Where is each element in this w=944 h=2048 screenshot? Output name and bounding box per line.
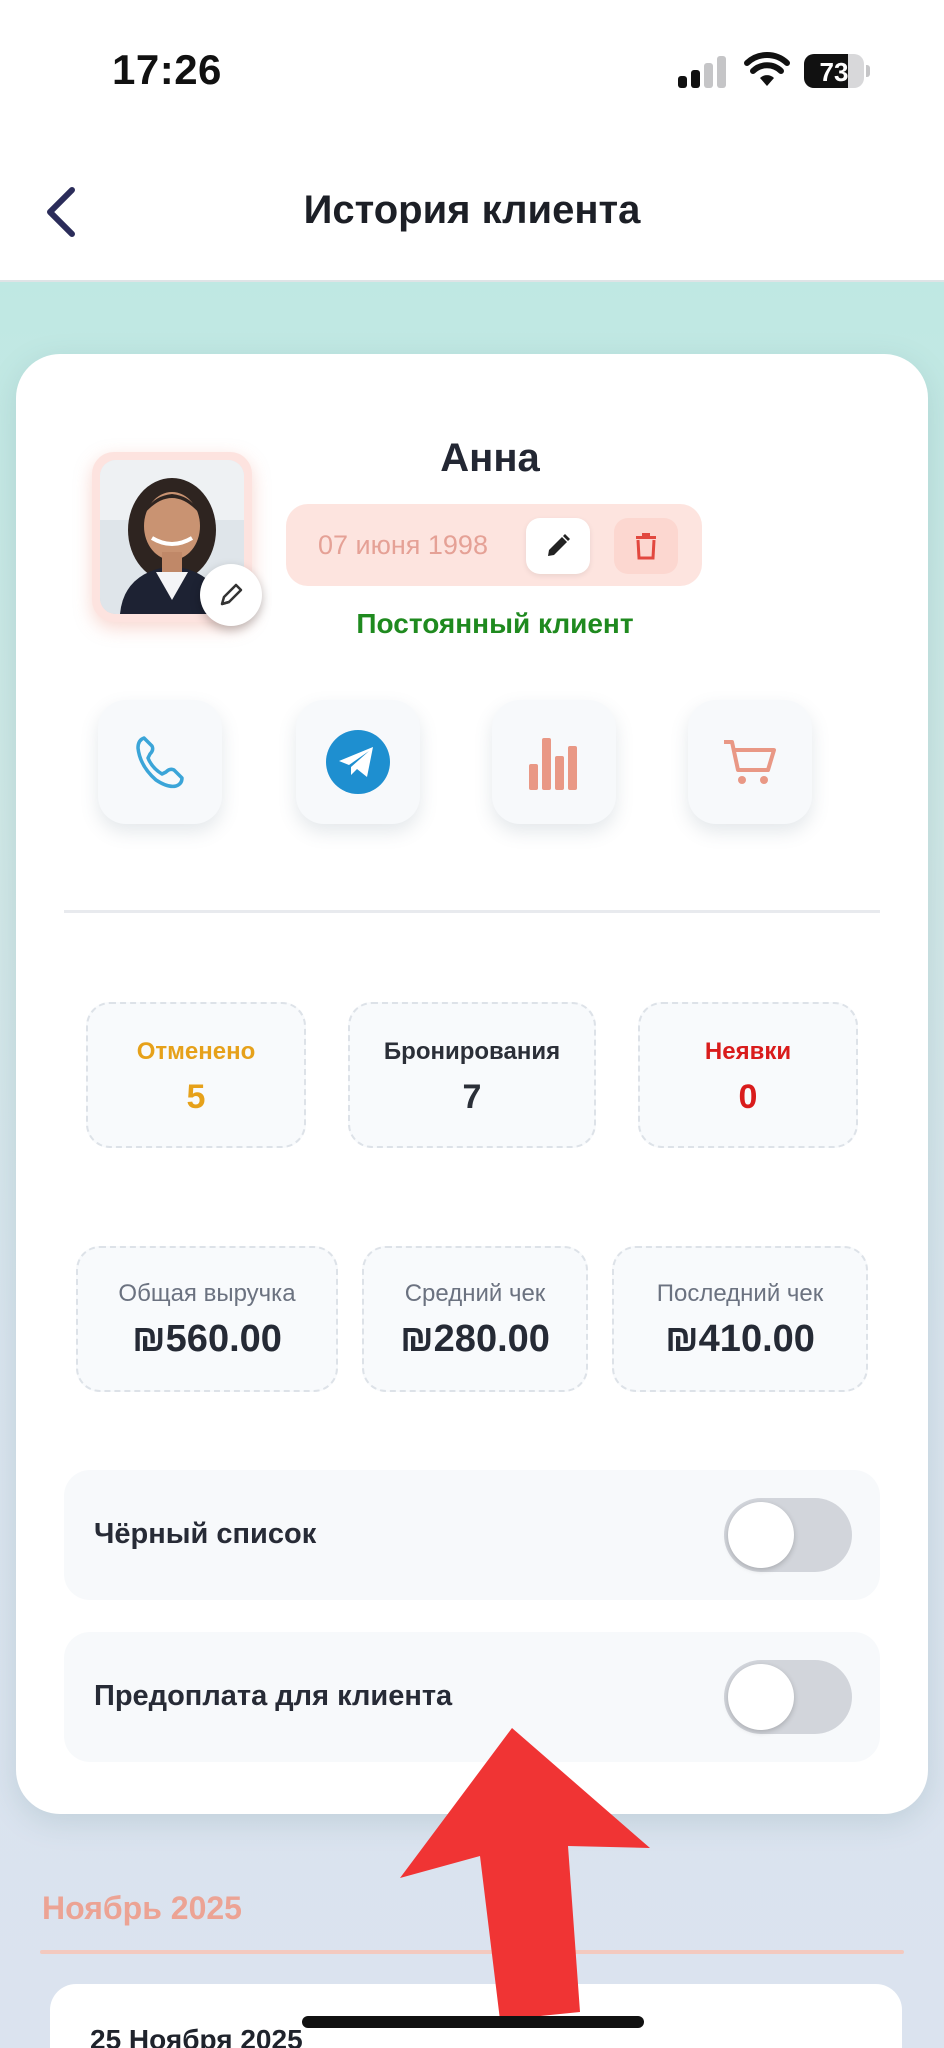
battery-level: 73 [819,57,849,87]
stat-value: 7 [462,1078,482,1116]
wifi-icon [744,52,790,86]
stat-bookings: Бронирования 7 [348,1002,596,1148]
client-name: Анна [440,436,540,480]
month-title: Ноябрь 2025 [42,1890,242,1926]
bar-chart-icon [529,738,577,790]
pencil-icon [548,534,570,556]
money-value: ₪410.00 [665,1318,815,1360]
blacklist-label: Чёрный список [94,1518,317,1550]
status-time: 17:26 [112,46,222,93]
money-label: Общая выручка [118,1280,296,1307]
blacklist-row: Чёрный список [64,1470,880,1600]
stat-label: Неявки [704,1038,792,1065]
prepayment-toggle[interactable] [724,1660,852,1734]
status-bar: 17:26 73 [0,0,944,140]
toggle-knob [728,1664,794,1730]
arrow-up-icon [400,1728,650,2020]
money-value: ₪280.00 [400,1318,550,1360]
navbar: История клиента [0,140,944,282]
stat-label: Бронирования [383,1038,561,1065]
birth-date[interactable]: 07 июня 1998 [318,530,488,561]
history-entry-date: 25 Ноября 2025 [90,2024,303,2048]
home-indicator [302,2016,644,2028]
prepayment-label: Предоплата для клиента [94,1680,453,1712]
cart-icon [724,740,776,784]
divider [64,910,880,913]
telegram-button[interactable] [296,700,420,824]
call-button[interactable] [98,700,222,824]
edit-avatar-button[interactable] [200,564,262,626]
statistics-button[interactable] [492,700,616,824]
cart-button[interactable] [688,700,812,824]
money-label: Средний чек [404,1280,546,1307]
trash-icon [636,533,656,560]
money-value: ₪560.00 [132,1318,282,1360]
stat-total-revenue: Общая выручка ₪560.00 [76,1246,338,1392]
client-status: Постоянный клиент [356,608,634,639]
cellular-signal-icon [678,56,728,88]
money-label: Последний чек [656,1280,824,1307]
pencil-icon [220,583,243,606]
telegram-icon [326,730,390,794]
phone-icon [136,736,184,789]
blacklist-toggle[interactable] [724,1498,852,1572]
toggle-knob [728,1502,794,1568]
page-title: История клиента [303,188,641,232]
edit-birth-date-button[interactable] [526,518,590,574]
stat-value: 0 [738,1078,758,1116]
stat-last-check: Последний чек ₪410.00 [612,1246,868,1392]
battery-icon: 73 [804,54,870,88]
stat-average-check: Средний чек ₪280.00 [362,1246,588,1392]
stat-value: 5 [186,1078,206,1116]
stat-no-shows: Неявки 0 [638,1002,858,1148]
stat-label: Отменено [136,1038,256,1065]
stat-cancelled: Отменено 5 [86,1002,306,1148]
delete-birth-date-button[interactable] [614,518,678,574]
